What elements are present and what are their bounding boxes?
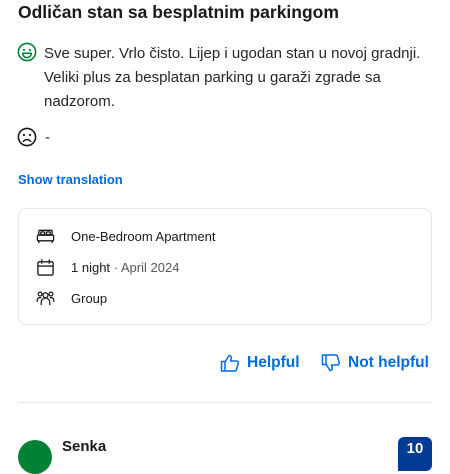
negative-comment-text: -: [45, 128, 50, 146]
reviewer-name: Senka: [62, 438, 107, 455]
smiley-sad-icon: [17, 127, 37, 147]
group-icon: [36, 291, 55, 306]
separator: ·: [110, 260, 121, 275]
room-type: One-Bedroom Apartment: [36, 227, 216, 246]
traveler-type: Group: [36, 289, 107, 308]
smiley-happy-icon: [17, 42, 37, 62]
thumbs-down-icon: [321, 354, 341, 372]
review-score-badge: 10: [398, 437, 432, 471]
stay-details-card: One-Bedroom Apartment 1 night · April 20…: [18, 208, 432, 325]
divider: [18, 402, 432, 403]
helpful-label: Helpful: [247, 354, 300, 371]
room-type-label: One-Bedroom Apartment: [71, 229, 216, 244]
not-helpful-label: Not helpful: [348, 354, 429, 371]
positive-comment-text: Sve super. Vrlo čisto. Lijep i ugodan st…: [44, 45, 421, 110]
nights-label: 1 night: [71, 260, 111, 275]
stay-date: April 2024: [120, 260, 180, 275]
negative-comment: -: [17, 127, 50, 147]
helpful-button[interactable]: Helpful: [220, 353, 300, 373]
stay-duration: 1 night · April 2024: [36, 258, 179, 277]
positive-comment: Sve super. Vrlo čisto. Lijep i ugodan st…: [17, 42, 444, 114]
calendar-icon: [37, 259, 54, 276]
traveler-type-label: Group: [71, 291, 108, 306]
avatar: [18, 440, 52, 474]
thumbs-up-icon: [220, 354, 240, 372]
review-title: Odličan stan sa besplatnim parkingom: [18, 2, 339, 22]
bed-icon: [36, 229, 55, 244]
show-translation-link[interactable]: Show translation: [18, 172, 123, 187]
not-helpful-button[interactable]: Not helpful: [321, 353, 429, 373]
